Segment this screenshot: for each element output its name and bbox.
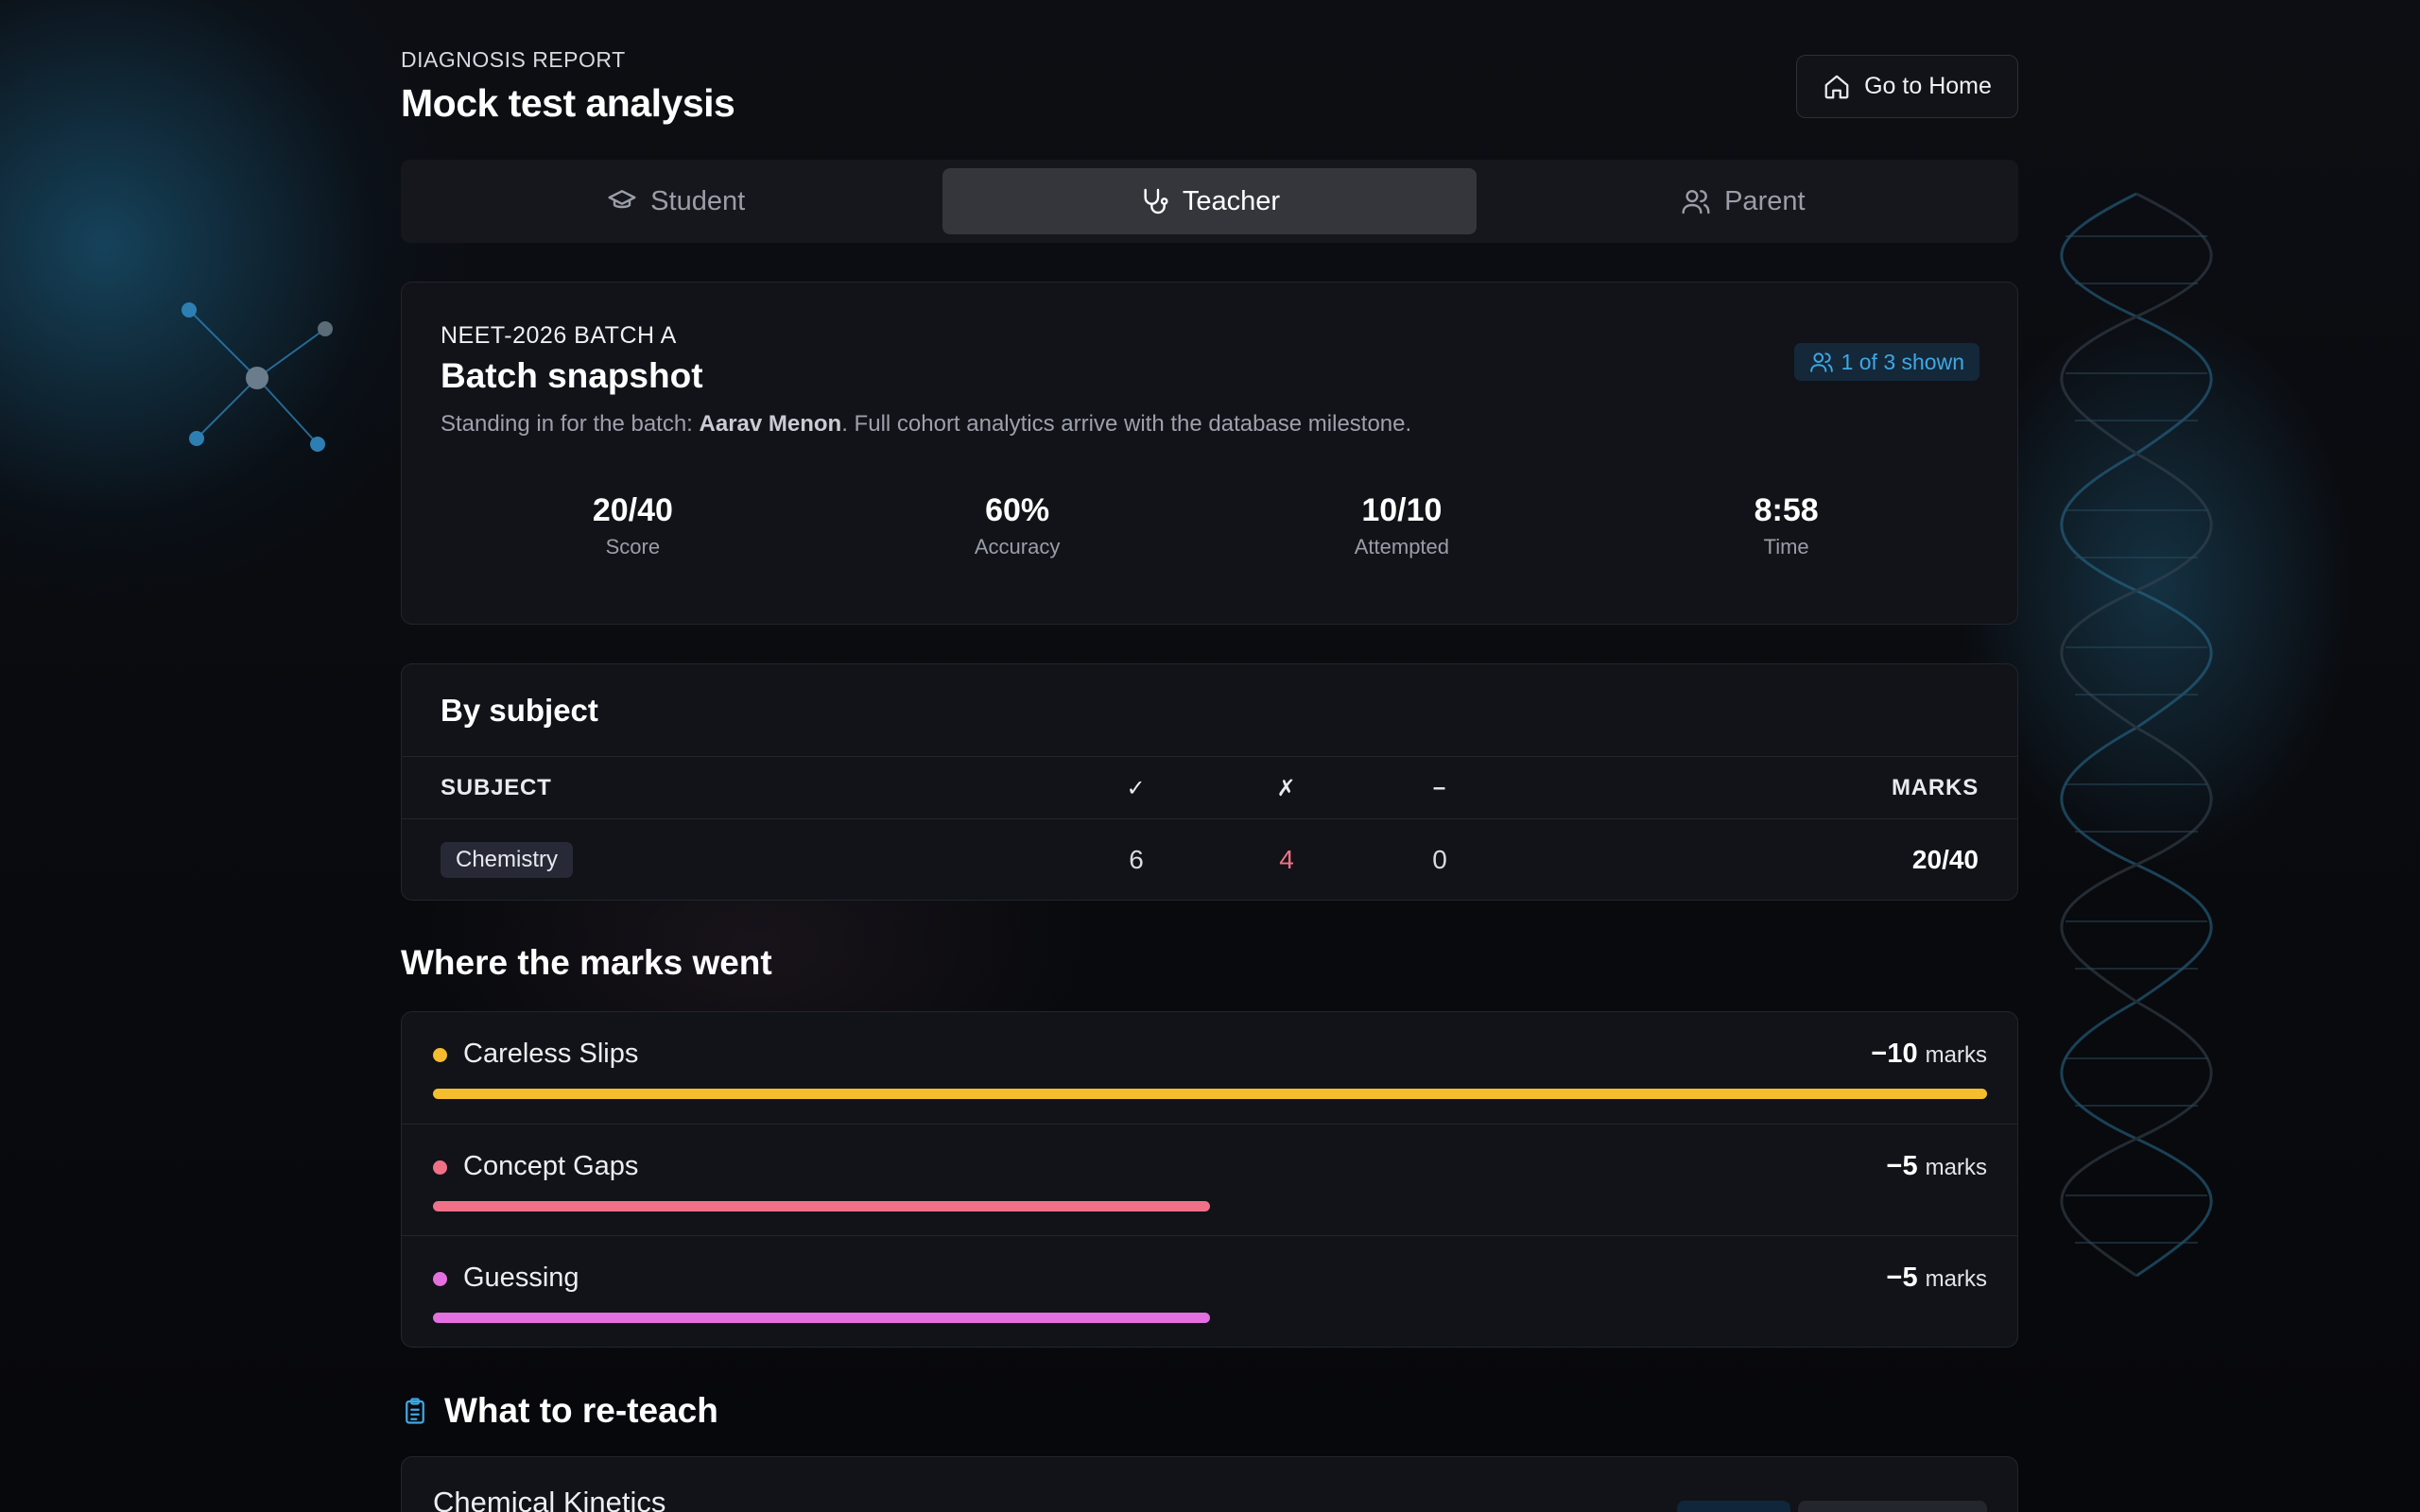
- loss-amount-value: −10: [1871, 1039, 1918, 1069]
- home-icon: [1824, 75, 1849, 98]
- student-name: Aarav Menon: [699, 411, 842, 437]
- loss-bar-track: [433, 1089, 1987, 1099]
- batch-name: NEET-2026 BATCH A: [441, 322, 677, 349]
- by-subject-card: By subject SUBJECT ✓ ✗ – MARKS Chemistry…: [401, 663, 2018, 901]
- column-header-correct: ✓: [1126, 776, 1147, 801]
- legend-dot: [433, 1160, 447, 1175]
- stat-label: Accuracy: [974, 535, 1061, 558]
- marks-lost-title: Where the marks went: [401, 943, 772, 982]
- loss-amount: −5 marks: [1887, 1263, 1987, 1294]
- stat-value: 60%: [985, 492, 1050, 528]
- tab-parent[interactable]: Parent: [1477, 168, 2010, 234]
- tab-teacher-label: Teacher: [1182, 185, 1281, 216]
- stat-label: Score: [605, 535, 661, 558]
- loss-row-concept-gaps: Concept Gaps −5 marks: [402, 1124, 2017, 1235]
- tab-parent-label: Parent: [1724, 185, 1806, 216]
- column-header-skipped: –: [1432, 775, 1447, 800]
- description-prefix: Standing in for the batch:: [441, 411, 700, 437]
- stat-value: 20/40: [592, 492, 673, 528]
- loss-bar-fill: [433, 1201, 1210, 1211]
- stethoscope-icon: [1144, 188, 1168, 215]
- batch-snapshot-description: Standing in for the batch: Aarav Menon. …: [441, 411, 1411, 438]
- loss-amount-value: −5: [1886, 1263, 1918, 1293]
- shown-count-label: 1 of 3 shown: [1841, 349, 1964, 374]
- stat-attempted: 10/10 Attempted: [1210, 492, 1595, 559]
- reteach-card[interactable]: Chemical Kinetics: [401, 1456, 2018, 1512]
- divider: [402, 818, 2017, 819]
- reteach-header: What to re-teach: [401, 1391, 718, 1431]
- by-subject-title: By subject: [441, 693, 598, 728]
- loss-amount-value: −5: [1886, 1151, 1918, 1181]
- go-to-home-label: Go to Home: [1864, 73, 1992, 99]
- clipboard-list-icon: [406, 1398, 424, 1424]
- stat-label: Attempted: [1354, 535, 1450, 558]
- molecule-decoration-icon: [182, 302, 333, 452]
- marks-lost-card: Careless Slips −10 marks Concept Gaps −5…: [401, 1011, 2018, 1348]
- reteach-topic-name: Chemical Kinetics: [433, 1486, 666, 1512]
- users-icon: [1682, 190, 1710, 215]
- batch-snapshot-title: Batch snapshot: [441, 356, 703, 395]
- dna-helix-decoration-icon: [2060, 192, 2213, 1278]
- stat-accuracy: 60% Accuracy: [825, 492, 1210, 559]
- batch-snapshot-card: NEET-2026 BATCH A Batch snapshot Standin…: [401, 282, 2018, 625]
- graduation-cap-icon: [608, 190, 636, 209]
- shown-count-badge: 1 of 3 shown: [1793, 343, 1979, 381]
- description-suffix: . Full cohort analytics arrive with the …: [841, 411, 1412, 437]
- subject-marks: 20/40: [1911, 845, 1979, 874]
- report-eyebrow: DIAGNOSIS REPORT: [401, 47, 626, 72]
- column-header-wrong: ✗: [1276, 776, 1297, 801]
- loss-bar-fill: [433, 1089, 1987, 1099]
- stat-time: 8:58 Time: [1594, 492, 1979, 559]
- topic-badge: [1677, 1501, 1790, 1512]
- column-header-subject: SUBJECT: [441, 775, 552, 800]
- stat-label: Time: [1763, 535, 1809, 558]
- reteach-title: What to re-teach: [444, 1391, 718, 1430]
- tab-teacher[interactable]: Teacher: [942, 168, 1477, 234]
- subject-tag: Chemistry: [441, 842, 574, 878]
- loss-row-careless-slips: Careless Slips −10 marks: [402, 1012, 2017, 1124]
- wrong-count: 4: [1279, 845, 1294, 874]
- loss-amount: −5 marks: [1887, 1151, 1987, 1182]
- loss-bar-track: [433, 1201, 1987, 1211]
- loss-bar-track: [433, 1313, 1987, 1323]
- skipped-count: 0: [1432, 845, 1447, 874]
- loss-amount-unit: marks: [1925, 1155, 1987, 1180]
- go-to-home-button[interactable]: Go to Home: [1796, 55, 2018, 118]
- loss-row-guessing: Guessing −5 marks: [402, 1235, 2017, 1347]
- loss-category-name: Careless Slips: [463, 1039, 639, 1069]
- tab-student[interactable]: Student: [409, 168, 942, 234]
- role-tabs: Student Teacher Parent: [401, 160, 2018, 243]
- page-title: Mock test analysis: [401, 81, 735, 125]
- loss-amount-unit: marks: [1925, 1042, 1987, 1068]
- legend-dot: [433, 1272, 447, 1286]
- column-header-marks: MARKS: [1892, 775, 1979, 800]
- users-icon: [1809, 352, 1833, 372]
- divider: [402, 756, 2017, 757]
- loss-category-name: Guessing: [463, 1263, 579, 1293]
- loss-bar-fill: [433, 1313, 1210, 1323]
- tab-student-label: Student: [650, 185, 746, 216]
- stat-value: 8:58: [1754, 492, 1819, 528]
- loss-amount: −10 marks: [1871, 1039, 1987, 1070]
- stats-row: 20/40 Score 60% Accuracy 10/10 Attempted…: [441, 492, 1979, 559]
- correct-count: 6: [1129, 845, 1144, 874]
- stat-score: 20/40 Score: [441, 492, 825, 559]
- legend-dot: [433, 1048, 447, 1062]
- stat-value: 10/10: [1361, 492, 1443, 528]
- loss-amount-unit: marks: [1925, 1266, 1987, 1292]
- topic-action-chip[interactable]: [1798, 1501, 1987, 1512]
- loss-category-name: Concept Gaps: [463, 1151, 639, 1181]
